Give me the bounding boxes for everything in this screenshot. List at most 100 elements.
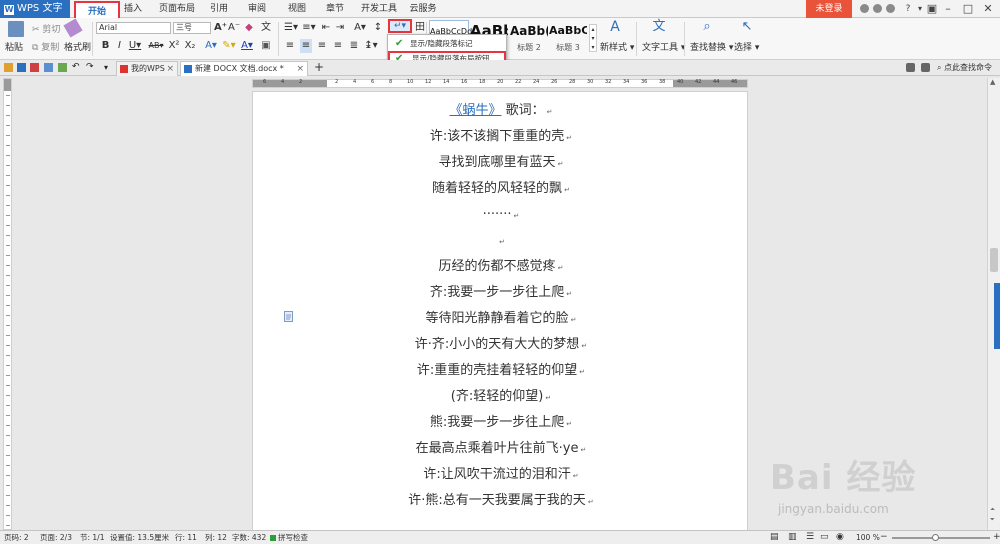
zoom-slider-knob[interactable] [932,534,939,541]
view-read-icon[interactable]: ▥ [788,531,797,544]
find-replace-button[interactable]: 查找替换 ▾ [690,40,733,53]
cut-button[interactable]: ✂ 剪切 [32,22,60,35]
status-word-count[interactable]: 字数: 432 [232,531,266,544]
document-page[interactable]: 《蜗牛》 歌词： ↵ 许:该不该搁下重重的壳 ↵ 寻找到底哪里有蓝天 ↵ 随着轻轻的风轻轻… [252,91,748,531]
tab-developer[interactable]: 开发工具 [360,0,398,18]
side-panel-toggle[interactable] [994,283,1000,349]
view-eye-icon[interactable]: ◉ [836,531,844,544]
increase-indent-icon[interactable]: ⇥ [334,21,346,35]
vertical-ruler[interactable] [3,78,12,530]
status-pages[interactable]: 页面: 2/3 [40,531,72,544]
select-button[interactable]: 选择 ▾ [734,40,759,53]
style-heading-2[interactable]: AaBb( 标题 2 [510,20,548,54]
paragraph-layout-icon[interactable] [284,311,294,323]
prev-page-icon[interactable]: ⏶ [990,506,995,514]
zoom-level[interactable]: 100 % [856,531,880,544]
show-hide-paragraph-marks-button[interactable]: ↵▾ [388,19,412,33]
panel-icon[interactable] [906,63,915,72]
zoom-out-icon[interactable]: − [880,531,888,544]
text-tools-button[interactable]: 文字工具 ▾ [642,40,685,53]
status-page-number[interactable]: 页码: 2 [4,531,29,544]
table-border-icon[interactable]: 田 [414,21,426,35]
clear-format-icon[interactable]: ◆ [243,21,255,35]
tab-view[interactable]: 视图 [284,0,310,18]
app-menu-button[interactable]: WWPS 文字 ▾ [0,0,70,32]
status-section[interactable]: 节: 1/1 [80,531,104,544]
close-icon[interactable]: ✕ [978,0,998,18]
bullet-list-icon[interactable]: ☰▾ [284,21,298,35]
print-preview-icon[interactable] [58,63,67,72]
sort-icon[interactable]: ↕ [372,21,384,35]
tab-review[interactable]: 审阅 [244,0,270,18]
align-left-icon[interactable]: ≡ [284,39,296,53]
horizontal-ruler[interactable]: 6 4 2 2 4 6 8 10 12 14 16 18 20 22 24 26 28 30 32 34 36 38 40 4… [252,79,748,88]
format-painter-icon[interactable] [63,18,83,38]
tab-references[interactable]: 引用 [206,0,232,18]
char-border-icon[interactable]: ▣ [260,39,272,53]
scroll-up-icon[interactable]: ▲ [990,78,995,86]
zoom-slider[interactable] [892,534,990,541]
new-style-icon[interactable]: A [606,20,624,34]
chevron-down-icon[interactable]: ▾ [104,63,113,72]
shrink-font-icon[interactable]: A⁻ [228,21,240,35]
comment-icon[interactable] [921,63,930,72]
view-page-icon[interactable]: ▤ [770,531,779,544]
decrease-indent-icon[interactable]: ⇤ [320,21,332,35]
subscript-button[interactable]: X₂ [184,39,196,53]
view-outline-icon[interactable]: ☰ [806,531,814,544]
view-web-icon[interactable]: ▭ [820,531,829,544]
pinyin-icon[interactable]: 文 [260,21,272,35]
status-row[interactable]: 行: 11 [175,531,197,544]
italic-button[interactable]: I [114,39,125,53]
underline-button[interactable]: U▾ [128,39,142,53]
status-col[interactable]: 列: 12 [205,531,227,544]
font-size-select[interactable]: 三号 [173,22,211,34]
close-icon[interactable]: × [166,62,174,76]
skin-icon[interactable] [860,4,869,13]
new-style-button[interactable]: 新样式 ▾ [600,40,634,53]
tab-chapter[interactable]: 章节 [322,0,348,18]
redo-icon[interactable]: ↷ [86,63,95,72]
copy-button[interactable]: ⧉ 复制 [32,40,59,53]
status-setting[interactable]: 设置值: 13.5厘米 [110,531,169,544]
line-spacing-icon[interactable]: ↨▾ [364,39,378,53]
bold-button[interactable]: B [100,39,111,53]
command-search[interactable]: ⌕ 点此查找命令 [937,61,992,75]
superscript-button[interactable]: X² [168,39,180,53]
tab-cloud[interactable]: 云服务 [408,0,438,18]
tab-insert[interactable]: 插入 [120,0,146,18]
new-tab-button[interactable]: + [314,60,324,74]
song-title-link[interactable]: 《蜗牛》 [449,103,501,118]
style-heading-3[interactable]: AaBbC 标题 3 [549,20,587,54]
login-button[interactable]: 未登录 [806,0,852,18]
numbered-list-icon[interactable]: ≡▾ [302,21,316,35]
settings-icon[interactable] [873,4,882,13]
paste-button[interactable]: 粘贴 [5,40,23,53]
select-icon[interactable]: ↖ [738,20,756,34]
minimize-icon[interactable]: – [938,0,958,18]
next-page-icon[interactable]: ⏷ [990,516,995,524]
maximize-icon[interactable]: □ [958,0,978,18]
text-tools-icon[interactable]: 文 [650,20,668,34]
toggle-paragraph-marks-item[interactable]: ✔ 显示/隐藏段落标记 [388,36,506,51]
grow-font-icon[interactable]: A⁺ [214,21,227,35]
align-right-icon[interactable]: ≡ [316,39,328,53]
align-center-icon[interactable]: ≡ [300,39,312,53]
paste-icon[interactable] [8,21,24,37]
chinese-layout-icon[interactable]: A▾ [352,21,368,35]
format-painter-button[interactable]: 格式刷 [64,40,91,53]
open-icon[interactable] [4,63,13,72]
close-icon[interactable]: × [296,62,304,76]
undo-icon[interactable]: ↶ [72,63,81,72]
justify-icon[interactable]: ≡ [332,39,344,53]
print-icon[interactable] [44,63,53,72]
save-icon[interactable] [17,63,26,72]
zoom-in-icon[interactable]: + [993,531,1000,544]
export-pdf-icon[interactable] [30,63,39,72]
scroll-thumb[interactable] [990,248,998,272]
text-effect-icon[interactable]: A▾ [204,39,218,53]
spell-check-button[interactable]: 拼写检查 [270,531,308,544]
highlight-icon[interactable]: ✎▾ [222,39,236,53]
styles-scroll[interactable]: ▴ ▾ ▾ [589,24,597,52]
font-name-select[interactable]: Arial [96,22,171,34]
